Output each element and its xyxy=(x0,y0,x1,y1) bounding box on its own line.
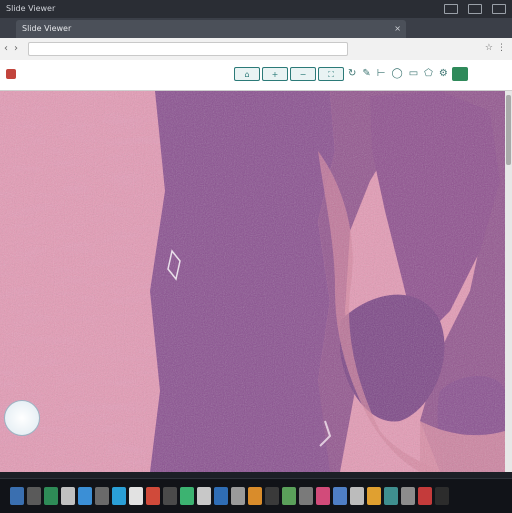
taskbar-app-icon[interactable] xyxy=(265,487,279,505)
histology-slide-image xyxy=(0,91,505,472)
taskbar-app-icon[interactable] xyxy=(146,487,160,505)
annotation-color-swatch[interactable] xyxy=(451,67,468,81)
settings-button[interactable]: ⚙ xyxy=(437,67,450,81)
window-controls xyxy=(444,4,506,14)
taskbar-app-icon[interactable] xyxy=(163,487,177,505)
annotate-button[interactable]: ✎ xyxy=(360,67,372,81)
nav-buttons: ‹ › xyxy=(4,43,18,54)
taskbar-app-icon[interactable] xyxy=(350,487,364,505)
taskbar-app-icon[interactable] xyxy=(367,487,381,505)
navigator-zoom-badge[interactable] xyxy=(4,400,40,436)
taskbar-app-icon[interactable] xyxy=(435,487,449,505)
rotate-button[interactable]: ↻ xyxy=(346,67,358,81)
address-bar: ‹ › ☆ ⋮ xyxy=(0,38,512,61)
fit-button[interactable]: ⛶ xyxy=(318,67,344,81)
slide-viewport[interactable] xyxy=(0,91,505,472)
browser-tab-bar: Slide Viewer × xyxy=(0,18,512,38)
taskbar-app-icon[interactable] xyxy=(231,487,245,505)
taskbar-app-icon[interactable] xyxy=(95,487,109,505)
home-button[interactable]: ⌂ xyxy=(234,67,260,81)
window-titlebar: Slide Viewer xyxy=(0,0,512,18)
taskbar-app-icon[interactable] xyxy=(401,487,415,505)
app-logo-icon xyxy=(6,69,16,79)
taskbar-app-icon[interactable] xyxy=(180,487,194,505)
circle-tool[interactable]: ◯ xyxy=(390,67,405,81)
zoom-out-button[interactable]: − xyxy=(290,67,316,81)
maximize-icon[interactable] xyxy=(468,4,482,14)
viewer-title-area xyxy=(6,69,22,79)
viewer-tools: ⌂ + − ⛶ ↻ ✎ ⊢ ◯ ▭ ⬠ ⚙ xyxy=(234,67,468,81)
taskbar-app-icon[interactable] xyxy=(27,487,41,505)
taskbar-app-icon[interactable] xyxy=(197,487,211,505)
taskbar-app-icon[interactable] xyxy=(418,487,432,505)
taskbar-app-icon[interactable] xyxy=(299,487,313,505)
menu-icon[interactable]: ⋮ xyxy=(497,43,506,53)
back-icon[interactable]: ‹ xyxy=(4,43,8,54)
minimize-icon[interactable] xyxy=(444,4,458,14)
taskbar-app-icon[interactable] xyxy=(214,487,228,505)
scrollbar-thumb[interactable] xyxy=(506,95,511,165)
url-input[interactable] xyxy=(28,42,348,56)
ruler-button[interactable]: ⊢ xyxy=(375,67,388,81)
close-icon[interactable] xyxy=(492,4,506,14)
taskbar-app-icon[interactable] xyxy=(248,487,262,505)
browser-tab[interactable]: Slide Viewer × xyxy=(16,20,406,38)
polygon-tool[interactable]: ⬠ xyxy=(422,67,435,81)
viewer-scrollbar[interactable] xyxy=(505,91,512,472)
rect-tool[interactable]: ▭ xyxy=(407,67,420,81)
bookmark-icon[interactable]: ☆ xyxy=(485,43,493,53)
viewer-toolbar: ⌂ + − ⛶ ↻ ✎ ⊢ ◯ ▭ ⬠ ⚙ xyxy=(0,60,512,91)
taskbar-app-icon[interactable] xyxy=(61,487,75,505)
taskbar-app-icon[interactable] xyxy=(112,487,126,505)
os-taskbar xyxy=(0,478,512,513)
taskbar-app-icon[interactable] xyxy=(44,487,58,505)
forward-icon[interactable]: › xyxy=(14,43,18,54)
browser-extensions: ☆ ⋮ xyxy=(485,43,506,53)
taskbar-icons xyxy=(10,487,449,505)
taskbar-app-icon[interactable] xyxy=(282,487,296,505)
taskbar-app-icon[interactable] xyxy=(384,487,398,505)
taskbar-app-icon[interactable] xyxy=(10,487,24,505)
taskbar-app-icon[interactable] xyxy=(129,487,143,505)
zoom-in-button[interactable]: + xyxy=(262,67,288,81)
tab-close-icon[interactable]: × xyxy=(394,20,401,38)
window-title: Slide Viewer xyxy=(6,4,56,13)
taskbar-app-icon[interactable] xyxy=(316,487,330,505)
taskbar-app-icon[interactable] xyxy=(78,487,92,505)
taskbar-app-icon[interactable] xyxy=(333,487,347,505)
tab-title: Slide Viewer xyxy=(22,24,72,33)
